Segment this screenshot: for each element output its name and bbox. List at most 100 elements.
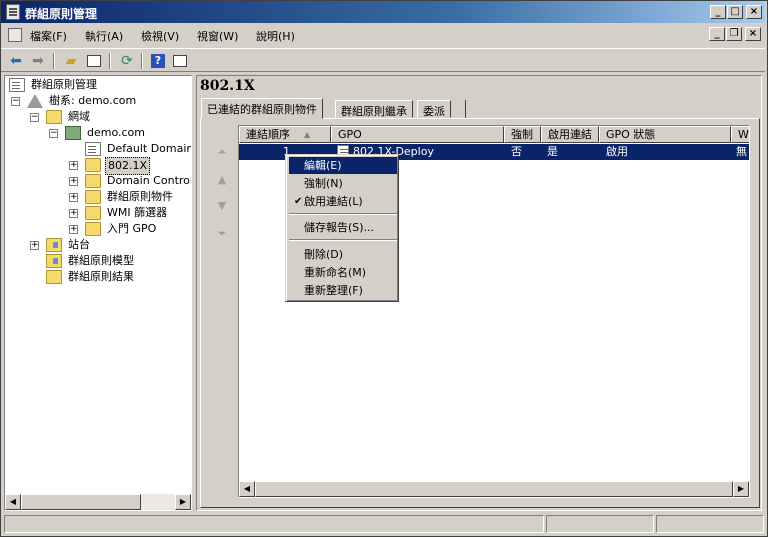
scroll-left-button[interactable]: ◀: [239, 481, 255, 497]
tree-label: 網域: [68, 110, 90, 123]
cell-enforced: 否: [511, 145, 522, 158]
scroll-right-button[interactable]: ▶: [175, 494, 191, 510]
mdi-restore-button[interactable]: ❐: [726, 27, 742, 41]
expand-toggle[interactable]: +: [69, 193, 78, 202]
menu-file[interactable]: 檔案(F): [30, 28, 67, 44]
help-icon[interactable]: ?: [149, 52, 167, 70]
refresh-icon[interactable]: ⟳: [118, 52, 136, 70]
collapse-toggle[interactable]: −: [49, 129, 58, 138]
column-header-gpo-status[interactable]: GPO 狀態: [599, 126, 731, 143]
status-cell-main: [4, 515, 544, 533]
list-horizontal-scrollbar[interactable]: ◀ ▶: [239, 481, 749, 497]
tab-inheritance[interactable]: 群組原則繼承: [335, 100, 413, 118]
context-menu: 編輯(E) 強制(N) ✔ 啟用連結(L) 儲存報告(S)... 刪除(D) 重…: [285, 154, 399, 302]
menu-item-edit[interactable]: 編輯(E): [289, 157, 397, 174]
collapse-toggle[interactable]: −: [30, 113, 39, 122]
scroll-thumb[interactable]: [21, 494, 141, 510]
gpmc-app-icon: [6, 4, 20, 20]
menu-item-save-report[interactable]: 儲存報告(S)...: [289, 219, 397, 236]
gpo-link-icon: [85, 142, 101, 156]
column-header-wmi-filter[interactable]: W: [731, 126, 749, 143]
ou-folder-icon: [85, 158, 101, 172]
column-header-link-enabled[interactable]: 啟用連結: [541, 126, 599, 143]
mdi-close-button[interactable]: ×: [745, 27, 761, 41]
tree-label: 入門 GPO: [107, 222, 157, 235]
mdi-doc-icon[interactable]: [8, 28, 22, 42]
forward-arrow-icon[interactable]: ➡: [29, 52, 47, 70]
tree-label: 樹系: demo.com: [49, 94, 137, 107]
column-header-gpo[interactable]: GPO: [331, 126, 504, 143]
maximize-button[interactable]: □: [727, 5, 743, 19]
menu-item-refresh[interactable]: 重新整理(F): [289, 282, 397, 299]
up-folder-icon[interactable]: ▰: [62, 52, 80, 70]
console-tree: 群組原則管理 − 樹系: demo.com − 網域 − demo.com De…: [4, 75, 192, 511]
title-bar[interactable]: 群組原則管理 _ □ ×: [1, 1, 765, 23]
menu-window[interactable]: 視窗(W): [197, 28, 238, 44]
expand-toggle[interactable]: +: [69, 161, 78, 170]
ou-folder-icon: [85, 174, 101, 188]
tab-linked-gpos[interactable]: 已連結的群組原則物件: [201, 98, 323, 119]
scroll-right-button[interactable]: ▶: [733, 481, 749, 497]
cell-link-enabled: 是: [547, 145, 558, 158]
tab-delegation[interactable]: 委派: [417, 100, 451, 118]
forest-icon: [27, 94, 43, 108]
menu-item-link-enabled[interactable]: ✔ 啟用連結(L): [289, 193, 397, 210]
scroll-thumb[interactable]: [255, 481, 733, 497]
close-button[interactable]: ×: [746, 5, 762, 19]
tree-label: demo.com: [87, 126, 145, 139]
gpm-root-icon: [9, 78, 25, 92]
menu-item-rename[interactable]: 重新命名(M): [289, 264, 397, 281]
menu-action[interactable]: 執行(A): [85, 28, 123, 44]
tree-label: Default Domain P: [107, 142, 192, 155]
checkmark-icon: ✔: [294, 196, 303, 207]
status-cell-3: [656, 515, 764, 533]
minimize-button[interactable]: _: [710, 5, 726, 19]
sort-ascending-icon: ▲: [304, 130, 311, 139]
properties-pane-icon[interactable]: [171, 52, 189, 70]
menu-item-delete[interactable]: 刪除(D): [289, 246, 397, 263]
cell-wmi-filter: 無: [736, 145, 747, 158]
collapse-toggle[interactable]: −: [11, 97, 20, 106]
tree-label: 站台: [68, 238, 90, 251]
expand-toggle[interactable]: +: [69, 177, 78, 186]
domains-folder-icon: [46, 110, 62, 124]
expand-toggle[interactable]: +: [69, 209, 78, 218]
column-header-enforced[interactable]: 強制: [504, 126, 541, 143]
tree-label: Domain Controlle: [107, 174, 191, 187]
expand-toggle[interactable]: +: [69, 225, 78, 234]
cell-gpo-status: 啟用: [606, 145, 628, 158]
menu-item-enforce[interactable]: 強制(N): [289, 175, 397, 192]
page-title: 802.1X: [200, 78, 255, 94]
move-up-icon[interactable]: ▲: [215, 173, 229, 186]
status-cell-2: [546, 515, 654, 533]
tree-horizontal-scrollbar[interactable]: ◀ ▶: [5, 494, 191, 510]
status-bar: [4, 515, 764, 533]
mdi-minimize-button[interactable]: _: [709, 27, 725, 41]
back-arrow-icon[interactable]: ⬅: [7, 52, 25, 70]
move-down-icon[interactable]: ▼: [215, 199, 229, 212]
domain-icon: [65, 126, 81, 140]
tree-label: 群組原則物件: [107, 190, 173, 203]
menu-bar: 檔案(F) 執行(A) 檢視(V) 視窗(W) 說明(H): [1, 24, 765, 46]
results-icon: [46, 270, 62, 284]
scroll-left-button[interactable]: ◀: [5, 494, 21, 510]
tree-label: 群組原則模型: [68, 254, 134, 267]
tree-label: 群組原則結果: [68, 270, 134, 283]
menu-help[interactable]: 說明(H): [256, 28, 295, 44]
show-hide-tree-icon[interactable]: [85, 52, 103, 70]
expand-toggle[interactable]: +: [30, 241, 39, 250]
window-title: 群組原則管理: [25, 7, 98, 21]
move-top-icon[interactable]: ⏶: [215, 145, 229, 159]
menu-separator: [289, 213, 397, 215]
move-bottom-icon[interactable]: ⏷: [215, 227, 229, 241]
menu-separator: [289, 239, 397, 241]
toolbar: ⬅ ➡ ▰ ⟳ ?: [1, 48, 765, 72]
tree-label: 群組原則管理: [31, 78, 97, 91]
tab-end-divider: [464, 100, 466, 118]
folder-icon: [85, 190, 101, 204]
sites-folder-icon: [46, 238, 62, 252]
column-header-link-order[interactable]: 連結順序 ▲: [239, 126, 331, 143]
menu-view[interactable]: 檢視(V): [141, 28, 179, 44]
folder-icon: [85, 206, 101, 220]
folder-icon: [85, 222, 101, 236]
